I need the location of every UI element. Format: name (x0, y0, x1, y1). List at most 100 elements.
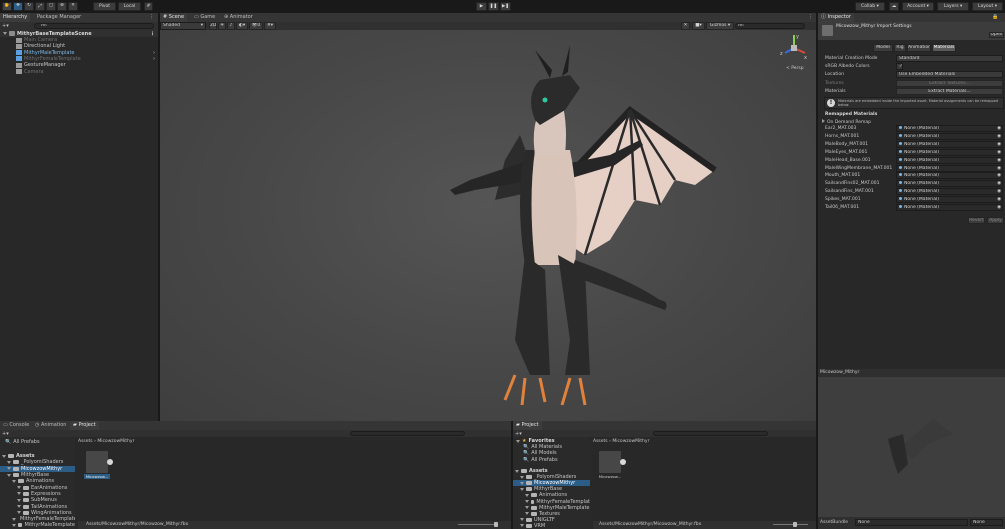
folder-expand-icon[interactable] (12, 517, 16, 521)
prop-dropdown[interactable]: Standard (896, 55, 1003, 62)
tab-project[interactable]: ▰ Project (70, 421, 99, 430)
breadcrumb-assets[interactable]: Assets (78, 439, 93, 444)
breadcrumb-folder[interactable]: MicowzowMithyr (97, 439, 134, 444)
folder-expand-icon[interactable] (7, 473, 11, 477)
folder-expand-icon[interactable] (17, 486, 21, 490)
add-icon[interactable]: +▾ (2, 23, 9, 29)
tools-icon[interactable]: ✕ (681, 22, 690, 30)
dragon-model[interactable] (330, 40, 730, 415)
scale-tool-button[interactable]: ⤢ (35, 2, 45, 11)
scene-search-input[interactable]: All (735, 23, 805, 29)
gizmo-center[interactable] (791, 45, 797, 51)
object-picker-icon[interactable]: ◉ (997, 173, 1001, 178)
account-dropdown[interactable]: Account ▾ (902, 2, 934, 11)
pause-button[interactable]: ❚❚ (488, 2, 499, 11)
grid-toggle-icon[interactable]: #▾ (264, 22, 276, 30)
layers-dropdown[interactable]: Layers ▾ (937, 2, 969, 11)
tab-game[interactable]: ▭ Game (191, 13, 218, 22)
play-preview-icon-2[interactable] (620, 459, 626, 465)
material-object-field[interactable]: None (Material) ◉ (896, 196, 1003, 204)
folder-expand-icon[interactable] (525, 500, 529, 504)
folder-expand-icon[interactable] (12, 523, 16, 527)
folder-expand-icon[interactable] (525, 493, 529, 497)
hierarchy-item[interactable]: MithyrFemaleTemplate › (0, 56, 158, 62)
folder-item[interactable]: VRM (513, 523, 590, 529)
hierarchy-item[interactable]: Main Camera (0, 37, 158, 43)
folder-expand-icon[interactable] (17, 498, 21, 502)
open-button[interactable]: Open (989, 32, 1004, 38)
object-picker-icon[interactable]: ◉ (997, 134, 1001, 139)
prop-dropdown[interactable]: Use Embedded Materials (896, 71, 1003, 78)
kebab-menu-icon[interactable]: ⋮ (146, 13, 157, 22)
folder-expand-icon[interactable] (2, 454, 6, 458)
material-object-field[interactable]: None (Material) ◉ (896, 132, 1003, 140)
pivot-button[interactable]: Pivot (93, 2, 116, 11)
rect-tool-button[interactable]: ▢ (46, 2, 56, 11)
effects-dropdown[interactable]: ◐▾ (236, 22, 248, 30)
folder-expand-icon[interactable] (525, 506, 529, 510)
scene-kebab-icon[interactable]: ⋮ (805, 13, 816, 22)
folder-expand-icon[interactable] (7, 460, 11, 464)
audio-toggle-icon[interactable]: ♪ (227, 22, 235, 30)
object-picker-icon[interactable]: ◉ (997, 142, 1001, 147)
hierarchy-item[interactable]: MithyrMaleTemplate › (0, 50, 158, 56)
material-object-field[interactable]: None (Material) ◉ (896, 125, 1003, 132)
toggle-2d-button[interactable]: 2D (209, 22, 217, 30)
material-object-field[interactable]: None (Material) ◉ (896, 172, 1003, 180)
folder-expand-icon[interactable] (520, 475, 524, 479)
custom-tool-button[interactable]: ✕ (68, 2, 78, 11)
import-tab-model[interactable]: Model (873, 44, 893, 52)
move-tool-button[interactable]: ✥ (13, 2, 23, 11)
import-tab-rig[interactable]: Rig (894, 44, 906, 52)
play-button[interactable]: ▶ (476, 2, 487, 11)
folder-expand-icon[interactable] (12, 479, 16, 483)
scene-menu-icon[interactable]: ⋮ (150, 31, 155, 37)
tab-console[interactable]: ▭ Console (0, 421, 32, 430)
object-picker-icon[interactable]: ◉ (997, 158, 1001, 163)
hierarchy-scene-row[interactable]: MithyrBaseTemplateScene ⋮ (0, 30, 158, 37)
folder-expand-icon[interactable] (7, 467, 11, 471)
material-object-field[interactable]: None (Material) ◉ (896, 140, 1003, 148)
orientation-gizmo[interactable]: y z x < Persp (778, 32, 810, 72)
camera-settings-icon[interactable]: ■▾ (692, 22, 705, 30)
import-tab-materials[interactable]: Materials (932, 44, 956, 52)
favorite-search-item[interactable]: 🔍 All Materials (513, 444, 590, 450)
local-button[interactable]: Local (118, 2, 141, 11)
step-button[interactable]: ▶❚ (500, 2, 511, 11)
hierarchy-search-input[interactable]: All (34, 23, 154, 29)
material-object-field[interactable]: None (Material) ◉ (896, 148, 1003, 156)
hierarchy-item[interactable]: Directional Light (0, 43, 158, 49)
material-object-field[interactable]: None (Material) ◉ (896, 204, 1003, 211)
zoom-slider-handle[interactable] (494, 522, 498, 527)
object-picker-icon[interactable]: ◉ (997, 126, 1001, 131)
tab-inspector[interactable]: ⓘ Inspector (818, 13, 854, 22)
project2-search-input[interactable] (653, 431, 768, 436)
zoom-slider-2-handle[interactable] (793, 522, 797, 527)
scene-viewport[interactable]: y z x < Persp (160, 30, 816, 421)
favorites-all-prefabs[interactable]: 🔍 All Prefabs (0, 439, 75, 445)
tab-animation[interactable]: ◷ Animation (32, 421, 69, 430)
prefab-arrow-icon[interactable]: › (153, 56, 155, 62)
favorite-search-item[interactable]: 🔍 All Models (513, 450, 590, 456)
tab-project-2[interactable]: ▰ Project (513, 421, 542, 430)
collab-button[interactable]: Collab ▾ (855, 2, 885, 11)
folder-expand-icon[interactable] (515, 469, 519, 473)
folder-item[interactable]: MithyrMaleTemplate (0, 522, 75, 528)
tab-animator[interactable]: ⊕ Animator (221, 13, 256, 22)
object-picker-icon[interactable]: ◉ (997, 166, 1001, 171)
asset-tile[interactable]: Micowzow... (84, 451, 113, 479)
expand-arrow-icon[interactable] (3, 32, 7, 35)
play-preview-icon[interactable] (107, 459, 113, 465)
transform-tool-button[interactable]: ⊕ (57, 2, 67, 11)
tab-scene[interactable]: # Scene (160, 13, 188, 22)
folder-expand-icon[interactable] (520, 518, 524, 522)
zoom-slider-2[interactable] (773, 522, 808, 527)
inspector-lock-icon[interactable]: 🔒 (989, 13, 1001, 22)
object-picker-icon[interactable]: ◉ (997, 189, 1001, 194)
folder-expand-icon[interactable] (520, 487, 524, 491)
material-object-field[interactable]: None (Material) ◉ (896, 164, 1003, 172)
material-object-field[interactable]: None (Material) ◉ (896, 188, 1003, 196)
hierarchy-item[interactable]: GestureManager (0, 62, 158, 68)
cloud-icon[interactable]: ☁ (889, 2, 899, 11)
folder-expand-icon[interactable] (525, 512, 529, 516)
